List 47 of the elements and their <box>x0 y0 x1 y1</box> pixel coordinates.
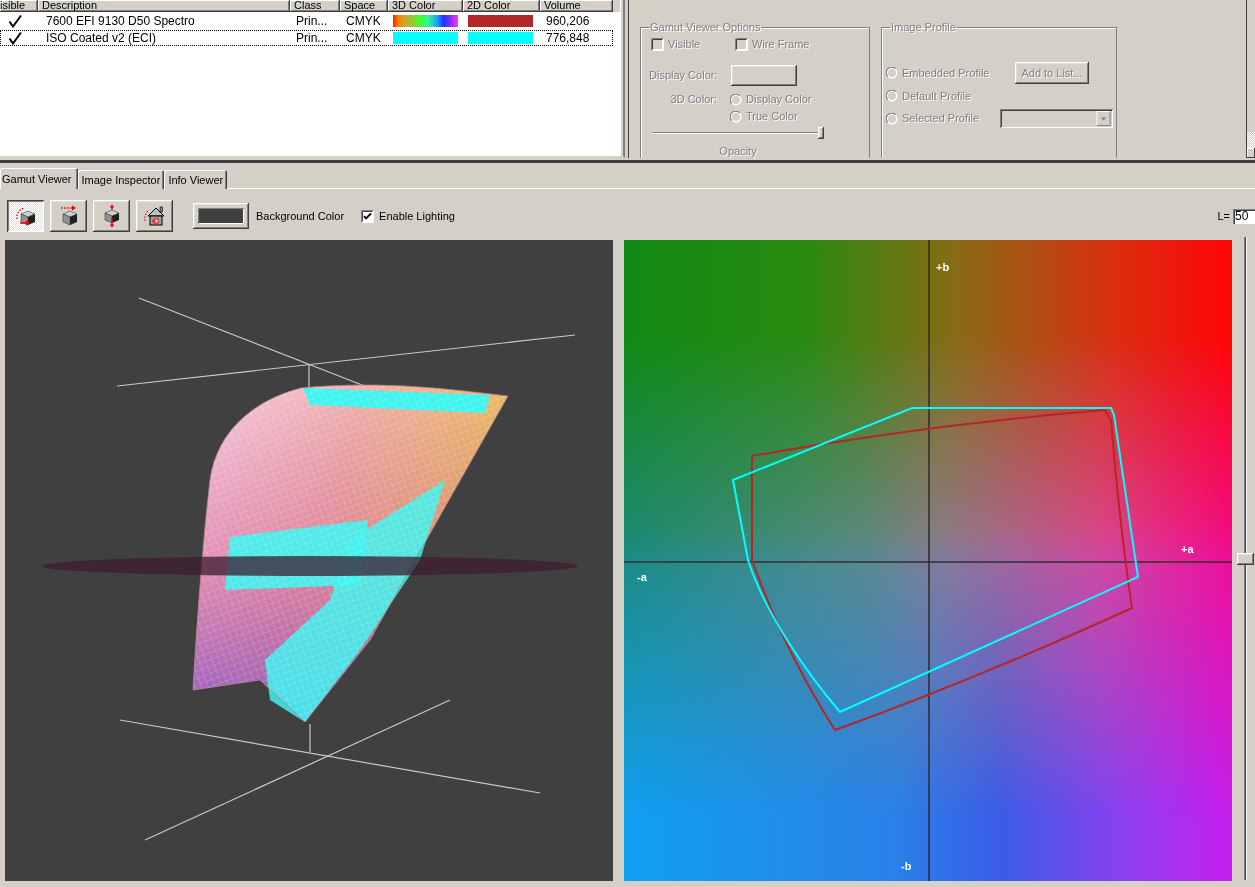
home-icon <box>142 204 167 228</box>
column-header[interactable]: Description <box>38 0 290 12</box>
group-title: Gamut Viewer Options <box>649 21 762 34</box>
axis-label: -a <box>637 571 647 583</box>
gamut-3d-view[interactable] <box>5 240 613 881</box>
axis-label: +a <box>1181 543 1194 555</box>
view-button[interactable] <box>93 200 130 232</box>
column-header[interactable]: Space <box>340 0 388 12</box>
background-color-button[interactable] <box>193 203 249 229</box>
checkbox-label[interactable]: Enable Lighting <box>379 210 455 222</box>
tab[interactable]: Image Inspector <box>77 170 165 189</box>
axis-label: +b <box>936 261 950 273</box>
field-label: Background Color <box>256 210 345 222</box>
gamut-solid-drawing[interactable] <box>192 384 509 723</box>
view-button[interactable] <box>50 200 87 232</box>
column-header[interactable]: 2D Color <box>463 0 540 12</box>
table-cell-text: CMYK <box>345 30 382 46</box>
view-button[interactable] <box>7 200 44 232</box>
checkmark-icon[interactable] <box>8 31 22 45</box>
field-label: Display Color: <box>649 69 717 83</box>
table-cell-text: Prin... <box>295 30 329 46</box>
field-label: L= <box>1217 210 1230 222</box>
slider-label: Opacity <box>719 145 757 158</box>
scrollbar[interactable] <box>1246 0 1255 158</box>
table-cell-text: 7600 EFI 9130 D50 Spectro <box>45 13 196 29</box>
table-cell-text: 960,206 <box>545 13 591 29</box>
table-row[interactable]: ISO Coated v2 (ECI) Prin... CMYK 776,848 <box>0 30 613 46</box>
slider-thumb[interactable] <box>1237 552 1254 565</box>
column-header[interactable]: 3D Color <box>388 0 463 12</box>
view-button[interactable] <box>136 200 173 232</box>
table-row[interactable]: 7600 EFI 9130 D50 Spectro Prin... CMYK 960,206 <box>0 13 613 29</box>
tab[interactable]: Info Viewer <box>164 170 228 189</box>
column-header[interactable]: isible <box>0 0 38 12</box>
lightness-field[interactable]: 50 <box>1233 208 1255 224</box>
table-cell-text: ISO Coated v2 (ECI) <box>45 30 158 46</box>
spectrum-swatch <box>393 15 458 27</box>
checkmark-icon[interactable] <box>8 14 22 28</box>
table-cell-text: 776,848 <box>545 30 591 46</box>
axis-label: -b <box>901 860 912 872</box>
column-header[interactable]: Volume <box>540 0 613 12</box>
table-cell-text: Prin... <box>295 13 329 29</box>
group-title: Image Profile <box>890 21 957 34</box>
checkbox[interactable] <box>361 209 375 223</box>
table-cell-text: CMYK <box>345 13 382 29</box>
tab[interactable]: Gamut Viewer <box>0 168 78 189</box>
column-header[interactable]: Class <box>290 0 340 12</box>
field-label: 3D Color: <box>669 92 717 108</box>
